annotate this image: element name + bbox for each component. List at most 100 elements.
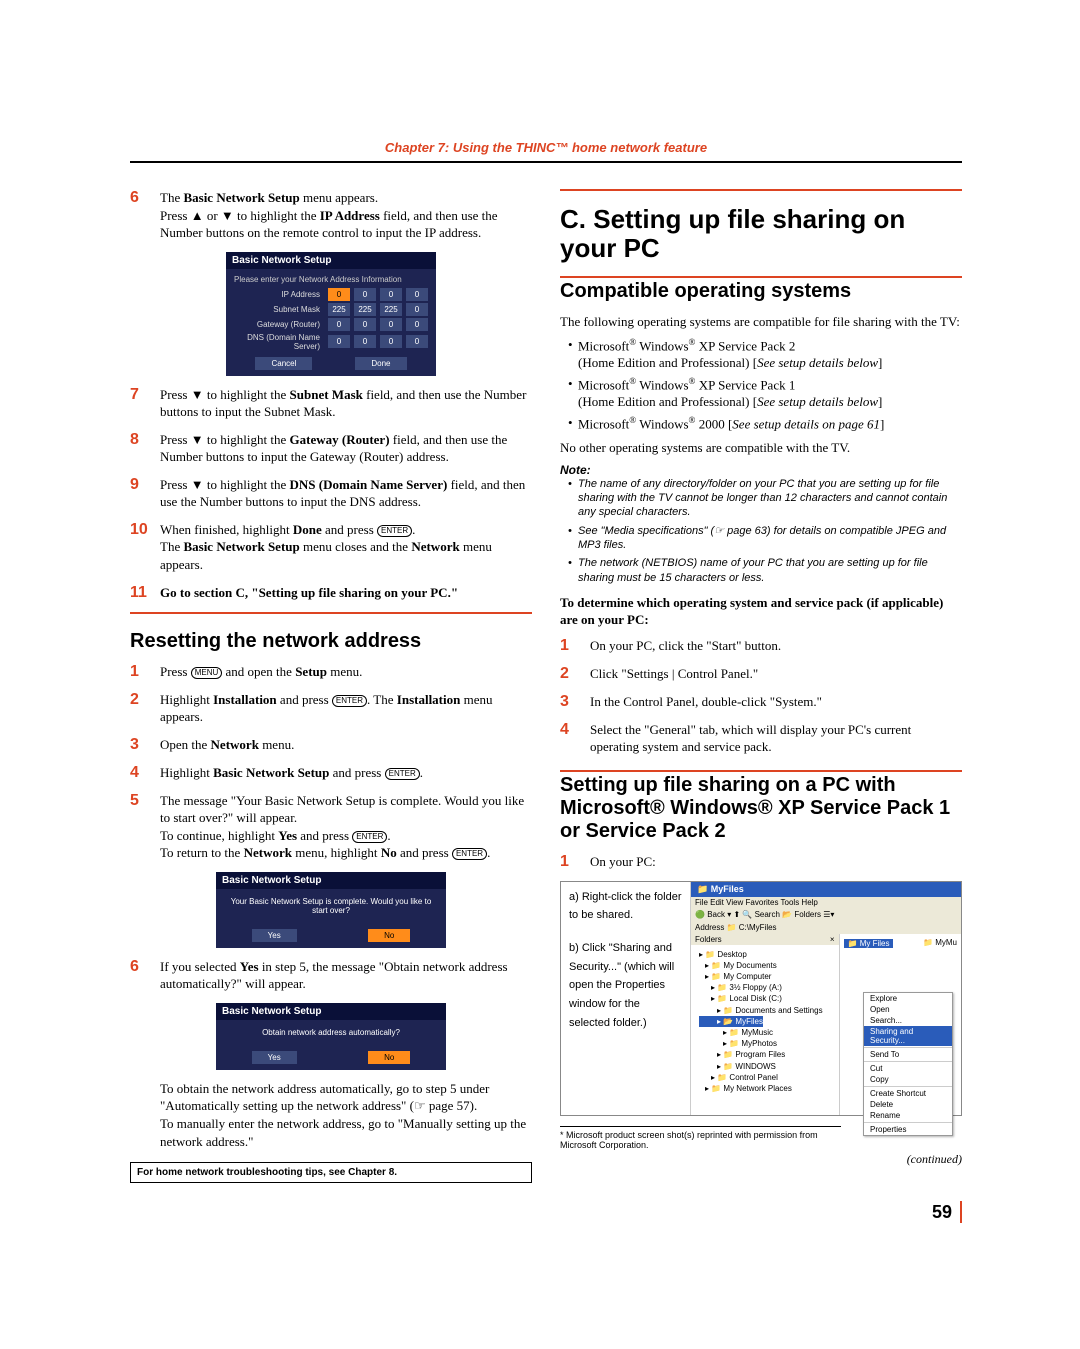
gateway-label: Gateway (Router) — [234, 320, 324, 329]
text: menu. — [259, 737, 294, 752]
tree-item[interactable]: ▸ 📁 WINDOWS — [699, 1061, 831, 1072]
continued-label: (continued) — [560, 1152, 962, 1167]
tree-item[interactable]: ▸ 📁 Local Disk (C:) — [699, 993, 831, 1004]
step-number: 2 — [130, 691, 150, 726]
context-menu-item[interactable]: Cut — [864, 1063, 952, 1074]
mask-label: Subnet Mask — [234, 305, 324, 314]
tree-item[interactable]: ▸ 📁 3½ Floppy (A:) — [699, 982, 831, 993]
context-menu-item[interactable]: Copy — [864, 1074, 952, 1085]
dns-field-4[interactable]: 0 — [406, 335, 428, 348]
text: menu, highlight — [292, 845, 381, 860]
text: Click "Settings | Control Panel." — [590, 665, 962, 683]
page-footer: 59 — [130, 1201, 962, 1223]
context-menu-item[interactable]: Send To — [864, 1049, 952, 1060]
reset-step-4: 4Highlight Basic Network Setup and press… — [130, 764, 532, 782]
text: Select the "General" tab, which will dis… — [590, 721, 962, 756]
ip-field-4[interactable]: 0 — [406, 288, 428, 301]
cancel-button[interactable]: Cancel — [255, 357, 312, 370]
yes-button[interactable]: Yes — [252, 929, 297, 942]
text: Press — [160, 432, 191, 447]
text: In the Control Panel, double-click "Syst… — [590, 693, 962, 711]
tree-item[interactable]: ▸ 📁 Documents and Settings — [699, 1005, 831, 1016]
windows-explorer-screenshot: a) Right-click the folder to be shared. … — [560, 881, 962, 1116]
text: The message "Your Basic Network Setup is… — [160, 793, 524, 826]
text-bold: DNS (Domain Name Server) — [290, 477, 448, 492]
back-button[interactable]: Back — [707, 910, 725, 919]
context-menu-item[interactable]: Explore — [864, 993, 952, 1004]
text-bold: Setup — [295, 664, 327, 679]
tree-item[interactable]: ▸ 📂 MyFiles — [699, 1016, 763, 1027]
mask-field-4[interactable]: 0 — [406, 303, 428, 316]
done-button[interactable]: Done — [355, 357, 406, 370]
step-number: 4 — [560, 721, 580, 756]
context-menu-item[interactable]: Rename — [864, 1110, 952, 1121]
tree-item[interactable]: ▸ 📁 My Network Places — [699, 1083, 831, 1094]
reset-step-5: 5The message "Your Basic Network Setup i… — [130, 792, 532, 862]
text-bold: Basic Network Setup — [183, 190, 299, 205]
tree-item[interactable]: ▸ 📁 MyPhotos — [699, 1038, 831, 1049]
step-number: 11 — [130, 584, 150, 602]
tree-item[interactable]: ▸ 📁 My Computer — [699, 971, 831, 982]
text: The — [160, 539, 183, 554]
mask-field-2[interactable]: 225 — [354, 303, 376, 316]
context-menu-item[interactable]: Search... — [864, 1015, 952, 1026]
tree-item[interactable]: ▸ 📁 Desktop — [699, 949, 831, 960]
address-bar[interactable]: Address 📁 C:\MyFiles — [691, 921, 961, 934]
right-column: C. Setting up file sharing on your PC Co… — [560, 189, 962, 1183]
down-arrow-icon: ▼ — [191, 477, 204, 492]
no-button[interactable]: No — [368, 929, 410, 942]
text: to highlight the — [234, 208, 320, 223]
context-menu-item[interactable]: Open — [864, 1004, 952, 1015]
text: Highlight — [160, 765, 213, 780]
dns-field-3[interactable]: 0 — [380, 335, 402, 348]
ip-field-1[interactable]: 0 — [328, 288, 350, 301]
text: Highlight — [160, 692, 213, 707]
yes-button[interactable]: Yes — [252, 1051, 297, 1064]
folder-tree[interactable]: ▸ 📁 Desktop▸ 📁 My Documents▸ 📁 My Comput… — [691, 945, 839, 1115]
tree-item[interactable]: ▸ 📁 Program Files — [699, 1049, 831, 1060]
folders-pane-header: Folders × — [691, 934, 839, 945]
text: . — [487, 845, 490, 860]
gw-field-2[interactable]: 0 — [354, 318, 376, 331]
toolbar[interactable]: 🟢 Back ▾ ⬆ 🔍 Search 📂 Folders ☰▾ — [691, 908, 961, 921]
text: (Home Edition and Professional) [ — [578, 355, 757, 370]
text: ] — [880, 416, 884, 431]
text-bold: Installation — [397, 692, 461, 707]
os-item-3: Microsoft® Windows® 2000 [See setup deta… — [568, 415, 962, 433]
tree-item[interactable]: ▸ 📁 MyMusic — [699, 1027, 831, 1038]
ip-field-3[interactable]: 0 — [380, 288, 402, 301]
tree-item[interactable]: ▸ 📁 Control Panel — [699, 1072, 831, 1083]
section-rule — [560, 276, 962, 278]
menu-bar[interactable]: File Edit View Favorites Tools Help — [691, 897, 961, 908]
tree-item[interactable]: ▸ 📁 My Documents — [699, 960, 831, 971]
reset-step-6: 6If you selected Yes in step 5, the mess… — [130, 958, 532, 993]
dns-field-1[interactable]: 0 — [328, 335, 350, 348]
mask-field-1[interactable]: 225 — [328, 303, 350, 316]
text: and open the — [222, 664, 295, 679]
context-menu-item[interactable]: Delete — [864, 1099, 952, 1110]
gw-field-3[interactable]: 0 — [380, 318, 402, 331]
context-menu-item[interactable]: Sharing and Security... — [864, 1026, 952, 1046]
gw-field-1[interactable]: 0 — [328, 318, 350, 331]
down-arrow-icon: ▼ — [191, 387, 204, 402]
gw-field-4[interactable]: 0 — [406, 318, 428, 331]
dialog-title: Basic Network Setup — [226, 252, 436, 269]
search-button[interactable]: Search — [755, 910, 780, 919]
context-menu[interactable]: ExploreOpenSearch...Sharing and Security… — [863, 992, 953, 1136]
context-menu-item[interactable]: Create Shortcut — [864, 1088, 952, 1099]
dialog-message: Obtain network address automatically? — [216, 1020, 446, 1045]
dns-label: DNS (Domain Name Server) — [234, 333, 324, 351]
text-bold: No — [381, 845, 397, 860]
dns-field-2[interactable]: 0 — [354, 335, 376, 348]
selected-folder[interactable]: 📁 My Files — [844, 939, 894, 948]
folders-button[interactable]: Folders — [794, 910, 821, 919]
step-number: 1 — [560, 853, 580, 871]
text: ] — [878, 394, 882, 409]
no-button[interactable]: No — [368, 1051, 410, 1064]
ip-field-2[interactable]: 0 — [354, 288, 376, 301]
context-menu-item[interactable]: Properties — [864, 1124, 952, 1135]
mask-field-3[interactable]: 225 — [380, 303, 402, 316]
pointer-icon: ☞ — [714, 525, 724, 537]
note-2: See "Media specifications" (☞ page 63) f… — [568, 524, 962, 553]
compatible-os-heading: Compatible operating systems — [560, 280, 962, 303]
